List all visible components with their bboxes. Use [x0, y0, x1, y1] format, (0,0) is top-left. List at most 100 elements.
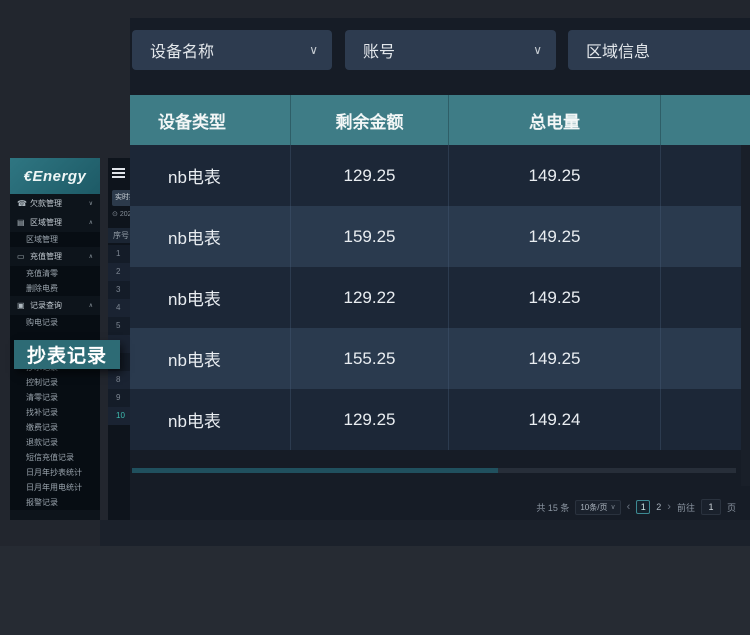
cell-remaining-amount: 159.25 [291, 206, 449, 267]
chevron-up-icon [89, 253, 93, 260]
sidebar-subitem-purchase-records[interactable]: 购电记录 [10, 315, 100, 330]
app-canvas: €Energy 欠款管理 区域管理 区域管理 充值管理 [0, 0, 750, 635]
headset-icon [17, 199, 26, 208]
background-panel-strip: 实时抄 202 序号 1 2 3 4 5 6 7 8 9 10 [108, 158, 130, 520]
chevron-down-icon [610, 503, 615, 511]
table-row: nb电表 155.25 149.25 [130, 328, 750, 389]
region-select[interactable]: 区域信息 [568, 30, 750, 70]
sidebar-subitem-region[interactable]: 区域管理 [10, 232, 100, 247]
panel-bottom-shadow [100, 520, 750, 546]
device-name-select[interactable]: 设备名称 [132, 30, 332, 70]
records-icon [17, 301, 26, 310]
sidebar-subitem-delete-fee[interactable]: 删除电费 [10, 281, 100, 296]
table-body: nb电表 129.25 149.25 nb电表 159.25 149.25 nb… [130, 145, 750, 450]
cell-device-type: nb电表 [130, 267, 291, 328]
cell-total-power: 149.25 [449, 328, 661, 389]
submenu-region: 区域管理 [10, 232, 100, 247]
sidebar-item-recharge-management[interactable]: 充值管理 [10, 247, 100, 266]
region-icon [17, 218, 26, 227]
cell-device-type: nb电表 [130, 389, 291, 450]
cell-clipped [661, 267, 750, 328]
serial-column-header: 序号 [108, 228, 130, 243]
cell-clipped [661, 206, 750, 267]
table-row: nb电表 129.22 149.25 [130, 267, 750, 328]
goto-unit: 页 [727, 501, 736, 514]
sidebar-subitem-usage-statistics[interactable]: 日月年用电统计 [10, 480, 100, 495]
sidebar-item-arrears[interactable]: 欠款管理 [10, 194, 100, 213]
column-header-remaining-amount: 剩余金额 [291, 95, 449, 145]
sidebar-subitem-clear-records[interactable]: 清零记录 [10, 390, 100, 405]
cell-remaining-amount: 129.22 [291, 267, 449, 328]
serial-row: 8 [108, 371, 130, 389]
serial-row-active: 10 [108, 407, 130, 425]
logo-text: €Energy [24, 168, 87, 185]
cell-remaining-amount: 129.25 [291, 145, 449, 206]
chevron-up-icon [89, 302, 93, 309]
sidebar-item-meter-reading-active[interactable]: 抄表记录 [14, 340, 120, 369]
sidebar-subitem-payment-records[interactable]: 缴费记录 [10, 420, 100, 435]
chevron-down-icon [89, 200, 93, 207]
sidebar-subitem-adjust-records[interactable]: 找补记录 [10, 405, 100, 420]
goto-page-input[interactable] [701, 499, 721, 515]
next-page-button[interactable]: › [667, 500, 671, 514]
horizontal-scrollbar[interactable] [132, 468, 736, 473]
cell-remaining-amount: 129.25 [291, 389, 449, 450]
cell-total-power: 149.24 [449, 389, 661, 450]
table-row: nb电表 129.25 149.24 [130, 389, 750, 450]
chevron-down-icon [533, 43, 542, 57]
page-background-band [0, 546, 750, 635]
sidebar-subitem-refund-records[interactable]: 退款记录 [10, 435, 100, 450]
goto-label: 前往 [677, 501, 695, 514]
cell-total-power: 149.25 [449, 267, 661, 328]
hamburger-icon[interactable] [112, 168, 125, 178]
cell-total-power: 149.25 [449, 206, 661, 267]
recharge-card-icon [17, 252, 26, 261]
serial-row: 5 [108, 317, 130, 335]
sidebar-subitem-alarm-records[interactable]: 报警记录 [10, 495, 100, 510]
clock-icon [112, 211, 120, 218]
serial-row: 3 [108, 281, 130, 299]
submenu-recharge: 充值清零 删除电费 [10, 266, 100, 296]
vertical-scrollbar[interactable] [741, 145, 750, 486]
page-size-select[interactable]: 10条/页 [575, 500, 620, 515]
serial-row: 1 [108, 245, 130, 263]
table-header: 设备类型 剩余金额 总电量 [130, 95, 750, 145]
sidebar-subitem-recharge-clear[interactable]: 充值清零 [10, 266, 100, 281]
total-count: 共 15 条 [536, 501, 569, 514]
app-logo: €Energy [10, 158, 100, 194]
prev-page-button[interactable]: ‹ [627, 500, 631, 514]
serial-rows: 1 2 3 4 5 6 7 8 9 10 [108, 245, 130, 425]
cell-clipped [661, 145, 750, 206]
horizontal-scrollbar-thumb[interactable] [132, 468, 498, 473]
chevron-up-icon [89, 219, 93, 226]
column-header-device-type: 设备类型 [130, 95, 291, 145]
realtime-read-button[interactable]: 实时抄 [112, 190, 130, 206]
page-button-2[interactable]: 2 [656, 502, 661, 512]
cell-device-type: nb电表 [130, 145, 291, 206]
sidebar-subitem-sms-recharge-records[interactable]: 短信充值记录 [10, 450, 100, 465]
page-button-1[interactable]: 1 [636, 500, 650, 514]
column-header-total-power: 总电量 [449, 95, 661, 145]
date-picker[interactable]: 202 [112, 210, 130, 218]
cell-clipped [661, 389, 750, 450]
cell-device-type: nb电表 [130, 328, 291, 389]
cell-total-power: 149.25 [449, 145, 661, 206]
serial-row: 9 [108, 389, 130, 407]
sidebar: €Energy 欠款管理 区域管理 区域管理 充值管理 [10, 158, 100, 520]
sidebar-subitem-control-records[interactable]: 控制记录 [10, 375, 100, 390]
table-row: nb电表 129.25 149.25 [130, 145, 750, 206]
cell-clipped [661, 328, 750, 389]
chevron-down-icon [309, 43, 318, 57]
main-panel: 设备名称 账号 区域信息 设备类型 剩余金额 总电量 nb电表 129.25 1… [130, 18, 750, 520]
cell-remaining-amount: 155.25 [291, 328, 449, 389]
table-row: nb电表 159.25 149.25 [130, 206, 750, 267]
serial-row: 2 [108, 263, 130, 281]
sidebar-subitem-reading-statistics[interactable]: 日月年抄表统计 [10, 465, 100, 480]
account-select[interactable]: 账号 [345, 30, 556, 70]
column-header-clipped [661, 95, 750, 145]
pagination: 共 15 条 10条/页 ‹ 1 2 › 前往 页 [536, 499, 736, 515]
sidebar-item-region-management[interactable]: 区域管理 [10, 213, 100, 232]
sidebar-item-record-query[interactable]: 记录查询 [10, 296, 100, 315]
serial-row: 4 [108, 299, 130, 317]
cell-device-type: nb电表 [130, 206, 291, 267]
